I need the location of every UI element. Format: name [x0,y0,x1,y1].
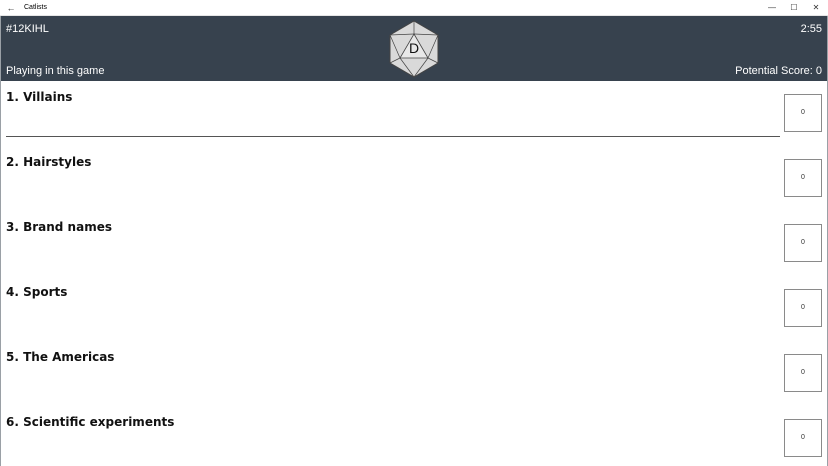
close-button[interactable]: ✕ [804,0,828,16]
category-answer-input[interactable] [6,176,780,202]
maximize-button[interactable]: ☐ [782,0,806,16]
category-label: 5. The Americas [6,350,115,364]
category-score-box: 0 [784,289,822,327]
category-score-box: 0 [784,419,822,457]
die-letter: D [409,40,419,56]
back-arrow-icon[interactable]: ← [4,2,18,14]
potential-score-value: 0 [815,65,822,77]
category-row: 1. Villains 0 [0,81,828,146]
countdown-timer: 2:55 [800,23,822,35]
category-score-box: 0 [784,159,822,197]
category-label: 4. Sports [6,285,68,299]
category-score-box: 0 [784,224,822,262]
window-title: Catlists [24,4,47,11]
category-row: 4. Sports 0 [0,276,828,341]
game-status: Playing in this game [6,65,105,77]
potential-score: Potential Score: 0 [735,65,822,77]
category-label: 1. Villains [6,90,73,104]
category-row: 3. Brand names 0 [0,211,828,276]
game-code: #12KIHL [6,23,49,35]
d20-die-icon[interactable]: D [387,20,441,78]
category-list: 1. Villains 0 2. Hairstyles 0 3. Brand n… [0,81,828,466]
category-row: 2. Hairstyles 0 [0,146,828,211]
minimize-button[interactable]: — [760,0,784,16]
category-score-box: 0 [784,354,822,392]
category-row: 5. The Americas 0 [0,341,828,406]
category-label: 6. Scientific experiments [6,415,175,429]
potential-score-label: Potential Score: [735,65,813,77]
category-answer-input[interactable] [6,111,780,137]
category-answer-input[interactable] [6,371,780,397]
category-answer-input[interactable] [6,306,780,332]
category-answer-input[interactable] [6,241,780,267]
category-label: 3. Brand names [6,220,112,234]
category-score-box: 0 [784,94,822,132]
category-answer-input[interactable] [6,436,780,462]
game-header: #12KIHL 2:55 Playing in this game Potent… [0,16,828,81]
category-row: 6. Scientific experiments 0 [0,406,828,466]
title-bar: ← Catlists — ☐ ✕ [0,0,828,16]
window-border-left [0,16,1,466]
category-label: 2. Hairstyles [6,155,92,169]
